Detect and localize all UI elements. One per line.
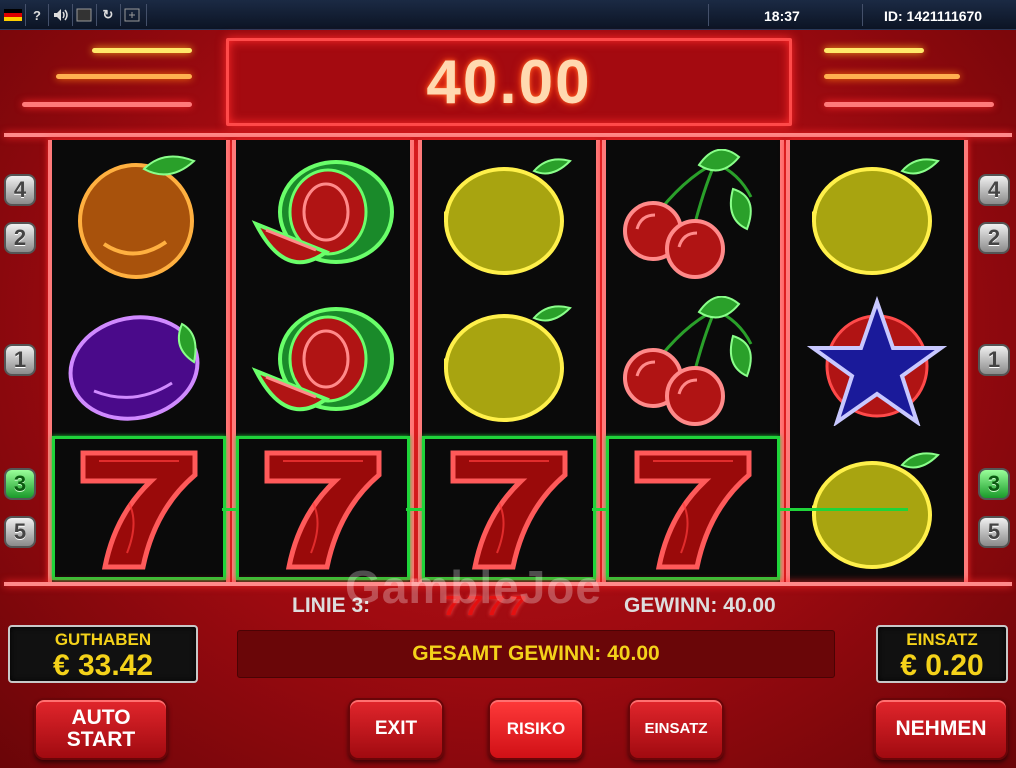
clock: 18:37 <box>764 8 800 24</box>
reload-icon[interactable]: ↻ <box>99 6 117 24</box>
payline-segment <box>406 508 422 511</box>
line-badge-3[interactable]: 3 <box>4 468 36 500</box>
lemon-symbol <box>422 140 596 287</box>
payline-segment <box>778 508 908 511</box>
win-highlight <box>236 436 410 580</box>
risiko-button[interactable]: RISIKO <box>488 698 584 760</box>
win-highlight <box>52 436 226 580</box>
lemon-symbol <box>790 140 964 287</box>
einsatz-button[interactable]: EINSATZ <box>628 698 724 760</box>
line-badge-5[interactable]: 5 <box>4 516 36 548</box>
cherry-symbol <box>606 287 780 434</box>
sound-icon[interactable] <box>52 6 70 24</box>
watermark: GambleJoe <box>345 561 602 613</box>
stake-box: EINSATZ € 0.20 <box>876 625 1008 683</box>
line-badge-2[interactable]: 2 <box>978 222 1010 254</box>
system-bar: ? ↻ 18:37 ID: 1421111670 <box>0 0 1016 30</box>
einsatz-label: EINSATZ <box>644 720 708 737</box>
nehmen-button[interactable]: NEHMEN <box>874 698 1008 760</box>
line-badge-4[interactable]: 4 <box>4 174 36 206</box>
balance-box: GUTHABEN € 33.42 <box>8 625 198 683</box>
neon-decoration <box>824 48 924 53</box>
slot-cabinet: 40.00 4 2 1 3 5 4 2 1 3 5 LINIE 3: 7777 … <box>0 30 1016 768</box>
melon-symbol <box>236 287 410 434</box>
reel-5 <box>786 140 968 582</box>
german-flag-icon[interactable] <box>4 6 22 24</box>
divider <box>4 133 1012 137</box>
win-highlight <box>422 436 596 580</box>
nehmen-label: NEHMEN <box>895 717 987 740</box>
stop-icon[interactable] <box>75 6 93 24</box>
exit-label: EXIT <box>374 718 418 739</box>
exit-button[interactable]: EXIT <box>348 698 444 760</box>
balance-value: € 33.42 <box>52 649 154 682</box>
auto-start-button[interactable]: AUTO START <box>34 698 168 760</box>
line-badge-2[interactable]: 2 <box>4 222 36 254</box>
fullscreen-icon[interactable] <box>123 6 141 24</box>
payline-segment <box>222 508 236 511</box>
neon-decoration <box>22 102 192 107</box>
session-id: ID: 1421111670 <box>884 8 983 24</box>
help-icon[interactable]: ? <box>28 6 46 24</box>
balance-label: GUTHABEN <box>54 630 152 649</box>
neon-decoration <box>824 74 960 79</box>
line-badge-1[interactable]: 1 <box>4 344 36 376</box>
orange-symbol <box>52 140 226 287</box>
auto-start-label: AUTO START <box>66 706 136 751</box>
stake-value: € 0.20 <box>900 649 984 682</box>
win-highlight <box>606 436 780 580</box>
win-display: 40.00 <box>226 38 792 126</box>
cherry-symbol <box>606 140 780 287</box>
line-badge-5[interactable]: 5 <box>978 516 1010 548</box>
total-win: GESAMT GEWINN: 40.00 <box>237 630 835 678</box>
line-badge-4[interactable]: 4 <box>978 174 1010 206</box>
lemon-symbol <box>422 287 596 434</box>
star-symbol <box>790 287 964 434</box>
neon-decoration <box>56 74 192 79</box>
melon-symbol <box>236 140 410 287</box>
win-amount: 40.00 <box>426 47 592 117</box>
reel-area <box>44 140 972 582</box>
line-badge-1[interactable]: 1 <box>978 344 1010 376</box>
line-win-label: GEWINN: 40.00 <box>624 594 776 617</box>
risiko-label: RISIKO <box>506 719 566 738</box>
payline-segment <box>592 508 606 511</box>
neon-decoration <box>92 48 192 53</box>
neon-decoration <box>824 102 994 107</box>
plum-symbol <box>52 287 226 434</box>
line-badge-3[interactable]: 3 <box>978 468 1010 500</box>
stake-label: EINSATZ <box>906 630 978 649</box>
